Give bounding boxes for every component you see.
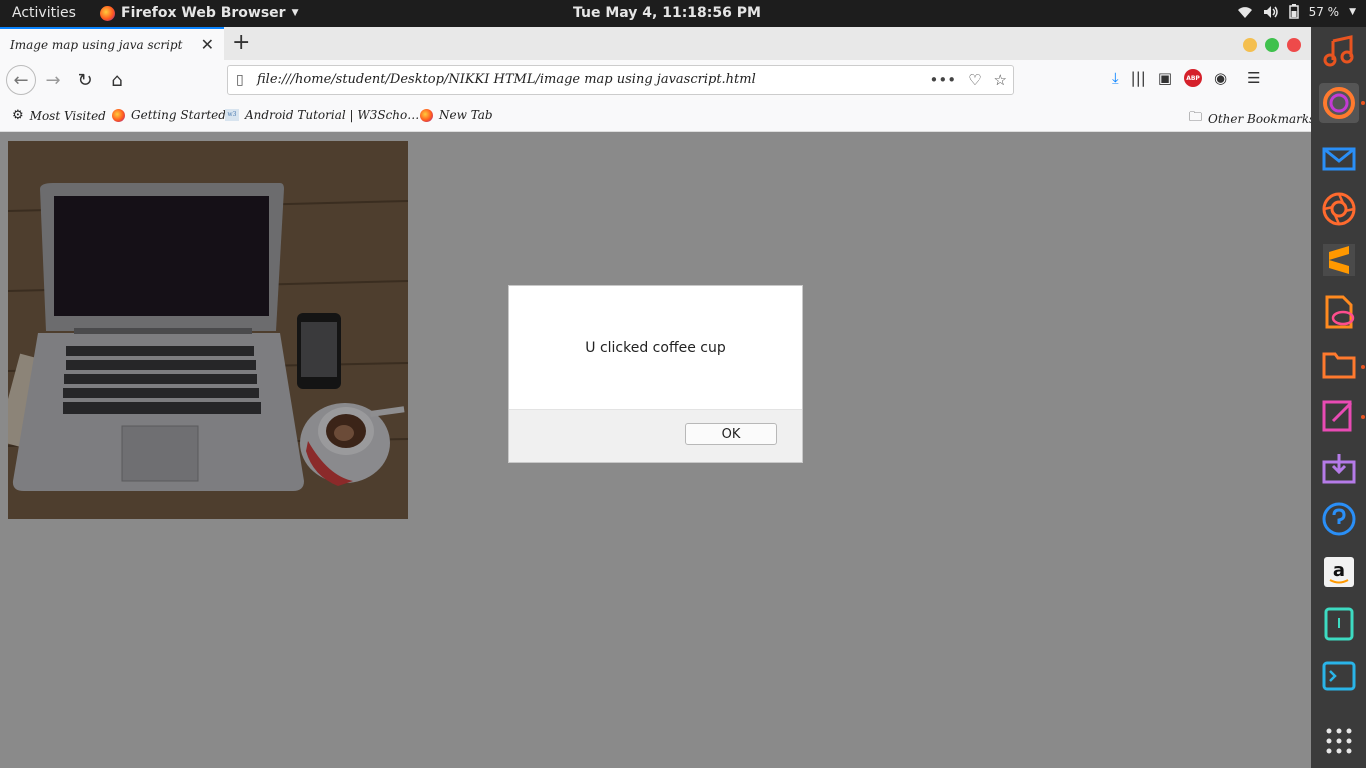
wifi-icon	[1237, 6, 1252, 18]
w3schools-icon: w3	[225, 109, 239, 121]
app-grid-icon	[1326, 728, 1352, 754]
gear-icon: ⚙	[12, 108, 24, 123]
bookmark-label: Android Tutorial | W3Scho…	[245, 108, 420, 122]
mail-icon	[1322, 147, 1356, 171]
firefox-icon	[100, 5, 115, 21]
tab-bar: Image map using java script ✕ +	[0, 27, 1311, 60]
url-text: file:///home/student/Desktop/NIKKI HTML/…	[257, 72, 756, 87]
dock-document-viewer[interactable]	[1319, 292, 1359, 332]
running-indicator	[1361, 415, 1365, 419]
new-tab-button[interactable]: +	[232, 30, 250, 55]
page-actions-icon[interactable]: •••	[930, 71, 957, 89]
dock-mail[interactable]	[1319, 139, 1359, 179]
amazon-icon: a	[1324, 557, 1354, 587]
battery-percentage: 57 %	[1308, 4, 1340, 19]
menu-icon[interactable]: ☰	[1247, 69, 1260, 87]
dock-music[interactable]	[1319, 31, 1359, 71]
alert-message: U clicked coffee cup	[585, 340, 726, 356]
firefox-icon	[420, 108, 433, 122]
url-bar[interactable]: ▯ file:///home/student/Desktop/NIKKI HTM…	[227, 65, 1014, 95]
downloads-icon[interactable]: ⤓	[1112, 69, 1119, 87]
usb-icon	[1324, 607, 1354, 641]
running-indicator	[1361, 101, 1365, 105]
bookmark-star-icon[interactable]: ☆	[994, 71, 1007, 89]
sidebar-icon[interactable]: ▣	[1158, 69, 1172, 87]
dock-files[interactable]	[1319, 344, 1359, 384]
alert-footer: OK	[509, 409, 802, 462]
window-controls	[1243, 38, 1301, 52]
gnome-top-bar: Activities Firefox Web Browser ▼ Tue May…	[0, 0, 1366, 27]
tab-active[interactable]: Image map using java script ✕	[0, 27, 224, 60]
bookmarks-toolbar: ⚙ Most Visited Getting Started w3 Androi…	[0, 99, 1315, 132]
software-install-icon	[1322, 454, 1356, 484]
chevron-down-icon: ▼	[1349, 6, 1356, 17]
dock-help[interactable]	[1319, 499, 1359, 539]
svg-text:a: a	[1333, 560, 1345, 581]
firefox-icon	[112, 108, 125, 122]
text-editor-icon	[1322, 400, 1353, 432]
app-menu-label: Firefox Web Browser	[121, 5, 286, 21]
laptop-coffee-image[interactable]	[8, 141, 408, 519]
activities-button[interactable]: Activities	[12, 5, 76, 21]
tab-close-icon[interactable]: ✕	[201, 35, 214, 54]
dock-software[interactable]	[1319, 448, 1359, 488]
battery-icon	[1288, 4, 1299, 19]
tab-title: Image map using java script	[10, 37, 183, 52]
files-icon	[1322, 352, 1356, 379]
maximize-button[interactable]	[1265, 38, 1279, 52]
account-icon[interactable]: ◉	[1214, 69, 1227, 87]
url-actions: ••• ♡ ☆	[930, 71, 1007, 89]
music-icon	[1323, 35, 1354, 67]
terminal-icon	[1322, 661, 1356, 691]
forward-button[interactable]: →	[40, 67, 66, 93]
aperture-icon	[1322, 192, 1356, 226]
sublime-icon	[1323, 244, 1355, 276]
clock[interactable]: Tue May 4, 11:18:56 PM	[573, 5, 761, 21]
bookmark-w3schools[interactable]: w3 Android Tutorial | W3Scho…	[225, 108, 419, 122]
close-window-button[interactable]	[1287, 38, 1301, 52]
other-bookmarks[interactable]: 🗀 Other Bookmarks	[1189, 108, 1315, 130]
back-button[interactable]: ←	[6, 65, 36, 95]
reload-button[interactable]: ↻	[72, 67, 98, 93]
help-icon	[1322, 502, 1356, 536]
bookmark-label: New Tab	[439, 108, 493, 122]
document-viewer-icon	[1325, 295, 1355, 329]
app-menu[interactable]: Firefox Web Browser ▼	[100, 5, 299, 21]
dock-usb[interactable]	[1319, 604, 1359, 644]
dock-firefox[interactable]	[1319, 83, 1359, 123]
dock-amazon[interactable]: a	[1319, 552, 1359, 592]
adblock-icon[interactable]: ABP	[1184, 69, 1202, 87]
pocket-icon[interactable]: ♡	[968, 71, 981, 89]
bookmark-label: Other Bookmarks	[1208, 112, 1316, 126]
ok-button[interactable]: OK	[685, 423, 777, 445]
bookmark-new-tab[interactable]: New Tab	[420, 108, 493, 122]
bookmark-most-visited[interactable]: ⚙ Most Visited	[12, 108, 106, 123]
toolbar-icons: ⤓ ||| ▣ ABP ◉ ☰	[1112, 69, 1261, 87]
firefox-icon	[1323, 87, 1355, 119]
dock-aperture[interactable]	[1319, 189, 1359, 229]
folder-icon: 🗀	[1189, 110, 1203, 125]
bookmark-getting-started[interactable]: Getting Started	[112, 108, 226, 122]
ubuntu-dock: a	[1311, 27, 1366, 768]
dock-text-editor[interactable]	[1319, 395, 1359, 435]
dock-sublime[interactable]	[1319, 240, 1359, 280]
volume-icon	[1263, 5, 1278, 18]
page-icon: ▯	[236, 72, 244, 88]
chevron-down-icon: ▼	[291, 8, 299, 18]
image-map-photo[interactable]	[8, 141, 408, 519]
navigation-toolbar: ← → ↻ ⌂ ▯ file:///home/student/Desktop/N…	[0, 60, 1311, 99]
alert-dialog: U clicked coffee cup OK	[508, 285, 803, 463]
bookmark-label: Most Visited	[29, 108, 106, 123]
system-tray[interactable]: 57 % ▼	[1237, 4, 1356, 19]
dock-show-applications[interactable]	[1319, 721, 1359, 761]
minimize-button[interactable]	[1243, 38, 1257, 52]
running-indicator	[1361, 365, 1365, 369]
bookmark-label: Getting Started	[131, 108, 226, 122]
library-icon[interactable]: |||	[1131, 69, 1146, 87]
home-button[interactable]: ⌂	[104, 67, 130, 93]
dock-terminal[interactable]	[1319, 656, 1359, 696]
